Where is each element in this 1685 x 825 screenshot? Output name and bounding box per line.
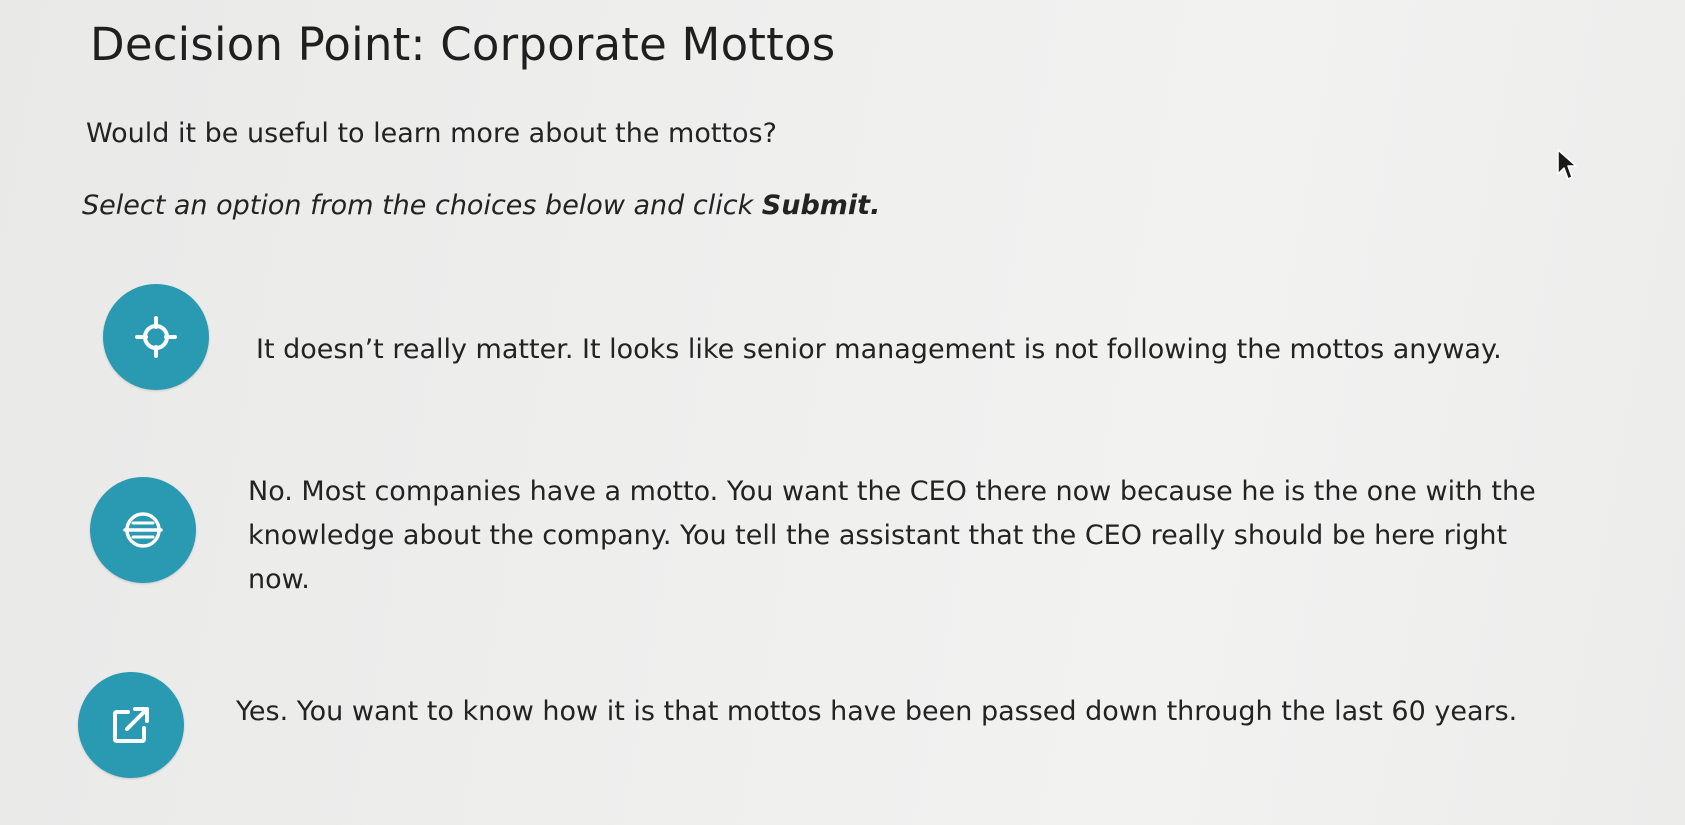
page-title: Decision Point: Corporate Mottos (90, 18, 836, 71)
strikethrough-circle-icon (123, 512, 163, 548)
option-2-button[interactable] (90, 477, 196, 583)
option-3-text[interactable]: Yes. You want to know how it is that mot… (236, 690, 1536, 734)
instruction-prefix: Select an option from the choices below … (82, 190, 762, 221)
external-link-icon (113, 707, 149, 743)
mouse-cursor-icon (1557, 149, 1577, 180)
question-text: Would it be useful to learn more about t… (86, 118, 777, 149)
option-2-text[interactable]: No. Most companies have a motto. You wan… (248, 470, 1558, 602)
instruction-text: Select an option from the choices below … (82, 190, 880, 221)
instruction-submit-emphasis: Submit. (761, 190, 881, 221)
crosshair-icon (135, 316, 177, 358)
option-3-button[interactable] (78, 672, 184, 778)
option-1-text[interactable]: It doesn’t really matter. It looks like … (256, 328, 1576, 372)
option-1-button[interactable] (103, 284, 209, 390)
